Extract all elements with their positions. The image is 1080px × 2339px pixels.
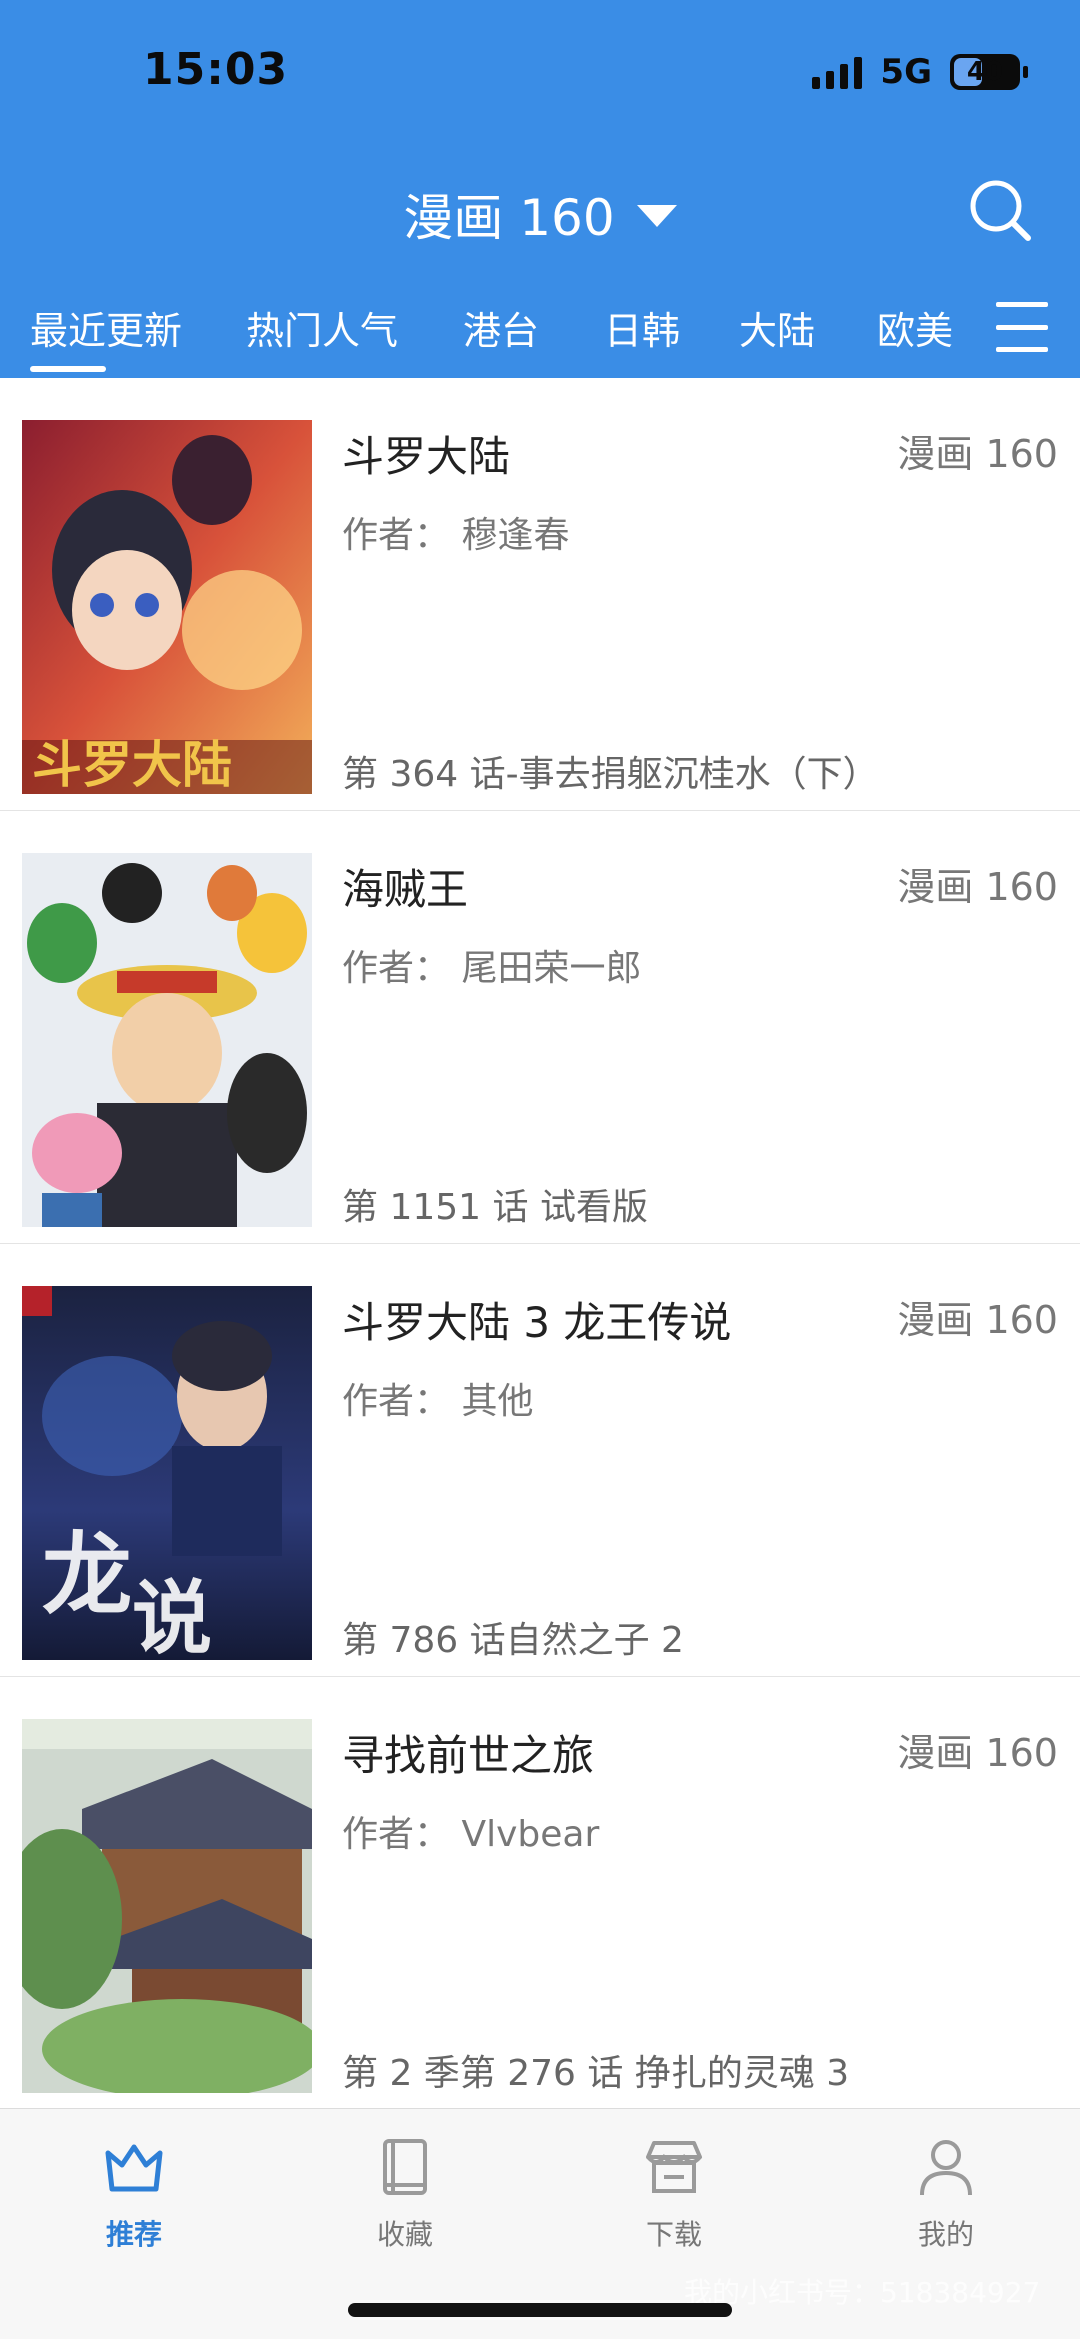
signal-icon xyxy=(812,55,863,89)
triangle-down-icon xyxy=(636,205,677,227)
comic-author: 作者： Vlvbear xyxy=(342,1814,600,1855)
comic-cover: 斗罗大陆 xyxy=(22,420,312,794)
page-title: 漫画 160 xyxy=(403,189,615,247)
tab-jp-kr[interactable]: 日韩 xyxy=(604,300,680,355)
home-indicator xyxy=(348,2303,732,2317)
network-type: 5G xyxy=(880,52,932,92)
status-indicators: 5G 40 xyxy=(812,52,1028,92)
search-icon xyxy=(970,180,1031,241)
source-selector[interactable]: 漫画 160 xyxy=(0,178,1080,250)
svg-text:龙: 龙 xyxy=(42,1522,132,1628)
comic-title: 寻找前世之旅 xyxy=(342,1731,595,1780)
tab-label: 收藏 xyxy=(376,2218,433,2251)
list-item[interactable]: 海贼王 漫画 160 作者： 尾田荣一郎 第 1151 话 试看版 xyxy=(0,811,1080,1244)
latest-chapter: 第 2 季第 276 话 挣扎的灵魂 3 xyxy=(342,2053,850,2094)
latest-chapter: 第 786 话自然之子 2 xyxy=(342,1620,684,1661)
tab-label: 推荐 xyxy=(105,2218,162,2251)
comic-source: 漫画 160 xyxy=(897,1298,1058,1342)
watermark-text: 我的小红书号：518384927 xyxy=(684,2276,1041,2309)
comic-author: 作者： 尾田荣一郎 xyxy=(342,948,642,989)
latest-chapter: 第 1151 话 试看版 xyxy=(342,1187,648,1228)
menu-button[interactable] xyxy=(996,302,1048,352)
comic-title: 斗罗大陆 xyxy=(342,432,511,481)
tab-recent[interactable]: 最近更新 xyxy=(30,300,182,355)
person-icon xyxy=(920,2140,972,2196)
tab-label: 下载 xyxy=(645,2218,702,2251)
comic-author: 作者： 其他 xyxy=(342,1381,534,1422)
book-icon xyxy=(383,2139,427,2195)
comic-title: 斗罗大陆 3 龙王传说 xyxy=(342,1298,732,1347)
tab-label: 我的 xyxy=(917,2218,974,2251)
list-item[interactable]: 斗罗大陆 斗罗大陆 漫画 160 作者： 穆逢春 第 364 话-事去捐躯沉桂水… xyxy=(0,378,1080,811)
comic-cover: 龙 说 xyxy=(22,1286,312,1660)
comic-author: 作者： 穆逢春 xyxy=(342,515,570,556)
tab-popular[interactable]: 热门人气 xyxy=(246,300,398,355)
tab-download[interactable]: 下载 xyxy=(594,2131,754,2253)
tab-western[interactable]: 欧美 xyxy=(877,300,953,355)
tab-profile[interactable]: 我的 xyxy=(866,2131,1026,2253)
comic-cover xyxy=(22,1719,312,2093)
store-icon xyxy=(646,2141,702,2193)
comic-source: 漫画 160 xyxy=(897,865,1058,909)
tab-mainland[interactable]: 大陆 xyxy=(739,300,815,355)
status-time: 15:03 xyxy=(143,44,289,95)
comic-source: 漫画 160 xyxy=(897,1731,1058,1775)
svg-text:说: 说 xyxy=(132,1571,212,1660)
tab-hk-tw[interactable]: 港台 xyxy=(463,300,539,355)
tab-favorites[interactable]: 收藏 xyxy=(325,2131,485,2253)
active-tab-indicator xyxy=(30,366,106,372)
svg-text:斗罗大陆: 斗罗大陆 xyxy=(32,735,232,794)
list-item[interactable]: 龙 说 斗罗大陆 3 龙王传说 漫画 160 作者： 其他 第 786 话自然之… xyxy=(0,1244,1080,1677)
category-tabs: 最近更新 热门人气 港台 日韩 大陆 欧美 xyxy=(0,296,1080,378)
battery-level: 40 xyxy=(966,57,1004,87)
comic-list: 斗罗大陆 斗罗大陆 漫画 160 作者： 穆逢春 第 364 话-事去捐躯沉桂水… xyxy=(0,378,1080,2110)
comic-source: 漫画 160 xyxy=(897,432,1058,476)
tab-recommend[interactable]: 推荐 xyxy=(54,2131,214,2253)
crown-icon xyxy=(105,2144,163,2192)
latest-chapter: 第 364 话-事去捐躯沉桂水（下） xyxy=(342,754,879,795)
comic-cover xyxy=(22,853,312,1227)
battery-icon: 40 xyxy=(950,54,1028,90)
comic-title: 海贼王 xyxy=(342,865,469,914)
app-header: 15:03 5G 40 漫画 160 最近更新 热门人气 港台 日韩 大陆 欧美 xyxy=(0,0,1080,378)
search-button[interactable] xyxy=(964,174,1034,244)
list-item[interactable]: 寻找前世之旅 漫画 160 作者： Vlvbear 第 2 季第 276 话 挣… xyxy=(0,1677,1080,2110)
